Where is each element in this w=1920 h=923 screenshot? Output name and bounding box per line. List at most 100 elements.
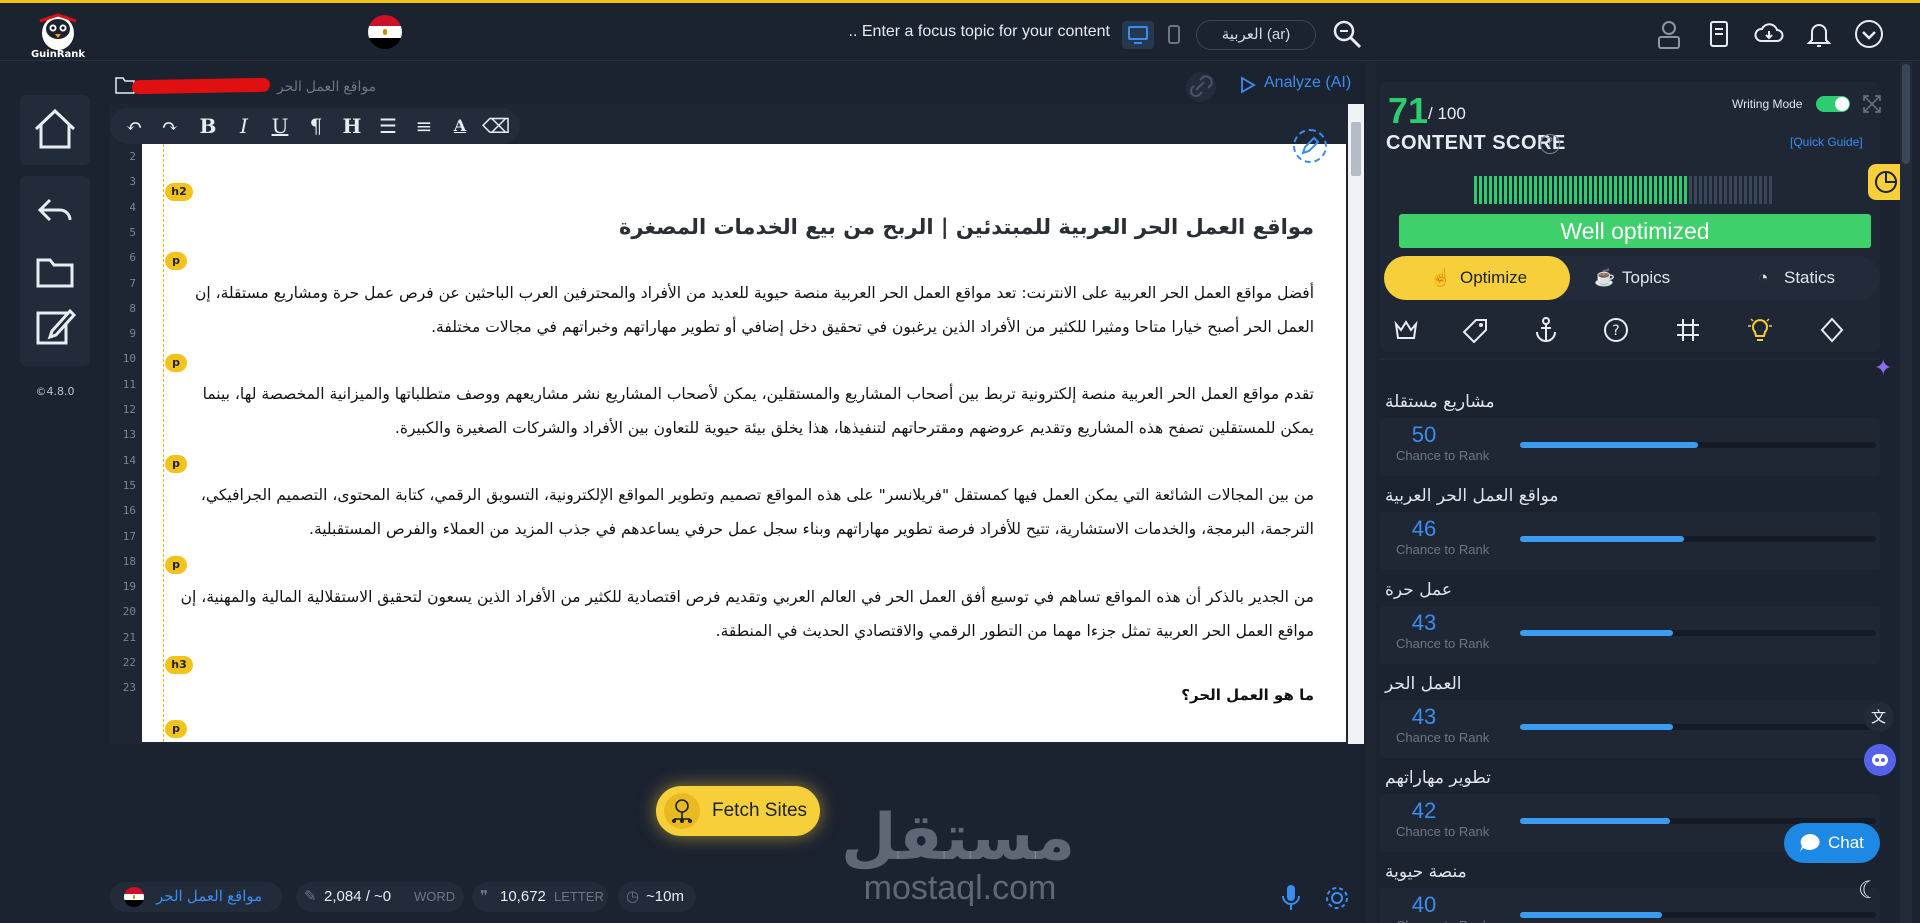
undo-icon[interactable]: ↶ — [120, 112, 148, 140]
clear-format-icon[interactable]: ⌫ — [482, 112, 510, 140]
question-icon[interactable]: ? — [1602, 316, 1630, 344]
keyword-item[interactable]: منصة حيوية 40 Chance to Rank — [1380, 862, 1880, 923]
account-menu-button[interactable] — [1852, 17, 1886, 51]
keyword-name: العمل الحر — [1385, 674, 1462, 694]
block-tag-p[interactable]: p — [165, 455, 187, 473]
writing-mode-toggle[interactable] — [1816, 96, 1850, 112]
desktop-view-button[interactable] — [1122, 21, 1154, 49]
content-score-label: CONTENT SCORE — [1386, 132, 1566, 154]
panel-divider[interactable] — [1366, 62, 1376, 923]
underline-icon[interactable]: U — [266, 112, 294, 140]
microphone-button[interactable] — [1276, 882, 1306, 914]
clock-icon: ◷ — [626, 888, 640, 905]
page-scrollbar[interactable] — [1900, 62, 1912, 923]
score-meter-bar — [1699, 176, 1702, 204]
line-number: 16 — [122, 504, 136, 518]
translate-button[interactable]: 文 — [1864, 702, 1894, 732]
chat-button[interactable]: Chat — [1784, 823, 1880, 863]
block-tag-p[interactable]: p — [165, 354, 187, 372]
tab-topics[interactable]: ☕ Topics — [1574, 256, 1724, 300]
keyword-item[interactable]: العمل الحر 43 Chance to Rank — [1380, 674, 1880, 760]
editor-scrollbar[interactable] — [1348, 104, 1364, 744]
egypt-flag-icon[interactable] — [368, 15, 402, 49]
score-meter-bar — [1624, 176, 1627, 204]
document-button[interactable] — [1702, 17, 1736, 51]
tab-statics[interactable]: ◔ Statics — [1734, 256, 1880, 300]
tab-optimize[interactable]: ☝ Optimize — [1384, 256, 1570, 300]
mobile-view-button[interactable] — [1158, 21, 1190, 49]
profile-button[interactable] — [1652, 17, 1686, 51]
fetch-sites-button[interactable]: Fetch Sites — [656, 786, 820, 836]
align-icon[interactable]: ≡ — [410, 112, 438, 140]
text-color-icon[interactable]: A — [446, 112, 474, 140]
line-number: 13 — [122, 428, 136, 442]
score-meter-bar — [1569, 176, 1572, 204]
back-button[interactable] — [30, 186, 80, 236]
quick-guide-link[interactable]: [Quick Guide] — [1790, 135, 1863, 149]
bold-icon[interactable]: B — [194, 112, 222, 140]
score-meter-bar — [1664, 176, 1667, 204]
grid-icon[interactable] — [1674, 316, 1702, 344]
keyword-name: تطوير مهاراتهم — [1385, 768, 1491, 788]
keyword-pill[interactable]: مواقع العمل الحر — [110, 882, 282, 912]
block-tag-p[interactable]: p — [165, 720, 187, 738]
block-tag-p[interactable]: p — [165, 252, 187, 270]
settings-button[interactable] — [1322, 883, 1352, 913]
keyword-item[interactable]: مشاريع مستقلة 50 Chance to Rank — [1380, 392, 1880, 478]
notifications-button[interactable] — [1802, 17, 1836, 51]
keyword-progress-fill — [1520, 442, 1698, 448]
crown-icon[interactable] — [1392, 316, 1420, 344]
keyword-item[interactable]: عمل حرة 43 Chance to Rank — [1380, 580, 1880, 666]
list-icon[interactable]: ☰ — [374, 112, 402, 140]
sparkle-icon[interactable]: ✦ — [1874, 356, 1892, 381]
paragraph[interactable]: من الجدير بالذكر أن هذه المواقع تساهم في… — [180, 580, 1314, 648]
line-number: 7 — [129, 276, 136, 290]
dark-mode-icon[interactable]: ☾ — [1858, 876, 1880, 904]
paragraph[interactable]: من بين المجالات الشائعة التي يمكن العمل … — [180, 478, 1314, 546]
keyword-item[interactable]: مواقع العمل الحر العربية 46 Chance to Ra… — [1380, 486, 1880, 572]
diamond-icon[interactable] — [1818, 316, 1846, 344]
guinrank-logo[interactable]: GuinRank — [22, 11, 94, 63]
search-button[interactable] — [1330, 17, 1364, 51]
link-button[interactable] — [1186, 72, 1216, 102]
score-meter-bar — [1614, 176, 1617, 204]
block-tag-p[interactable]: p — [165, 556, 187, 574]
stats-float-button[interactable] — [1868, 164, 1904, 200]
robot-icon — [1872, 754, 1888, 766]
anchor-icon[interactable] — [1532, 316, 1560, 344]
score-meter-bar — [1499, 176, 1502, 204]
heading-icon[interactable]: H — [338, 112, 366, 140]
redo-icon[interactable]: ↷ — [156, 112, 184, 140]
expand-button[interactable] — [1862, 94, 1882, 114]
block-tag-h3[interactable]: h3 — [165, 656, 193, 674]
home-button[interactable] — [30, 105, 80, 155]
subheading[interactable]: ما هو العمل الحر؟ — [180, 678, 1314, 712]
paragraph[interactable]: تقدم مواقع العمل الحر العربية منصة إلكتر… — [180, 377, 1314, 445]
paragraph-icon[interactable]: ¶ — [302, 112, 330, 140]
score-meter-bar — [1639, 176, 1642, 204]
sidebar-tools-box — [20, 176, 90, 366]
line-number: 14 — [122, 453, 136, 467]
help-icon[interactable]: ? — [1540, 134, 1560, 154]
cloud-save-button[interactable] — [1752, 17, 1786, 51]
keyword-progress-fill — [1520, 630, 1674, 636]
lightbulb-icon[interactable] — [1746, 316, 1774, 344]
block-tag-h2[interactable]: h2 — [165, 183, 193, 201]
bot-button[interactable] — [1864, 744, 1896, 776]
line-number: 8 — [129, 301, 136, 315]
language-select[interactable]: العربية (ar) — [1196, 20, 1316, 50]
sidebar-home-box — [20, 95, 90, 165]
page-scroll-thumb[interactable] — [1902, 64, 1910, 164]
score-meter-bar — [1584, 176, 1587, 204]
edit-button[interactable] — [30, 301, 80, 351]
tag-icon[interactable] — [1462, 316, 1490, 344]
document-title[interactable]: مواقع العمل الحر العربية للمبتدئين | الر… — [180, 210, 1314, 244]
score-meter-bar — [1669, 176, 1672, 204]
editor-scroll-thumb[interactable] — [1351, 122, 1361, 176]
score-meter-bar — [1509, 176, 1512, 204]
focus-topic-input[interactable] — [810, 17, 1110, 47]
italic-icon[interactable]: I — [230, 112, 258, 140]
ai-write-button[interactable] — [1293, 129, 1327, 163]
open-folder-button[interactable] — [30, 246, 80, 296]
paragraph[interactable]: أفضل مواقع العمل الحر العربية على الانتر… — [180, 276, 1314, 344]
